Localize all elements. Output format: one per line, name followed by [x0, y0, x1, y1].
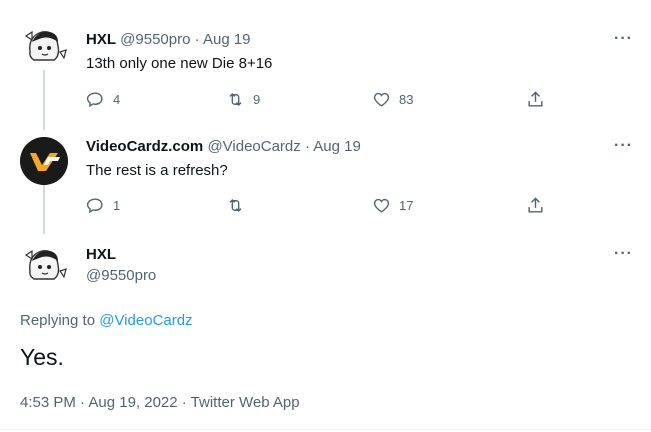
retweet-button[interactable]	[226, 196, 253, 215]
retweet-icon	[229, 198, 242, 213]
like-count: 17	[399, 198, 414, 213]
tweet-text: 13th only one new Die 8+16	[86, 55, 273, 72]
like-button[interactable]: 83	[372, 90, 413, 109]
tweet-header: VideoCardz.com @VideoCardz · Aug 19	[86, 137, 361, 157]
user-handle[interactable]: @VideoCardz	[207, 138, 300, 155]
share-icon	[528, 197, 543, 213]
replying-to-label: Replying to	[20, 312, 96, 329]
more-icon[interactable]: ···	[614, 30, 633, 48]
avatar-hxl[interactable]	[20, 241, 68, 289]
more-icon[interactable]: ···	[614, 137, 633, 155]
anime-avatar-icon	[20, 241, 68, 289]
avatar-videocardz[interactable]	[20, 137, 68, 185]
retweet-button[interactable]: 9	[226, 90, 260, 109]
tweet-text: The rest is a refresh?	[86, 162, 228, 179]
user-handle[interactable]: @9550pro	[120, 31, 190, 48]
tweet-actions: 4 9 83	[86, 90, 556, 110]
like-button[interactable]: 17	[372, 196, 413, 215]
more-icon[interactable]: ···	[614, 245, 633, 263]
like-icon	[373, 198, 390, 213]
display-name[interactable]: HXL	[86, 31, 116, 48]
anime-avatar-icon	[20, 22, 68, 70]
separator: ·	[194, 31, 200, 48]
share-icon	[528, 91, 543, 107]
replying-to: Replying to @VideoCardz	[20, 312, 193, 329]
display-name[interactable]: HXL	[86, 246, 116, 263]
focused-tweet-text: Yes.	[20, 344, 64, 370]
like-count: 83	[399, 92, 414, 107]
tweet-date[interactable]: Aug 19	[313, 138, 361, 155]
share-button[interactable]	[526, 196, 545, 215]
separator: ·	[304, 138, 310, 155]
tweet-metadata[interactable]: 4:53 PM · Aug 19, 2022 · Twitter Web App	[20, 394, 300, 411]
retweet-count: 9	[253, 92, 261, 107]
tweet-header: HXL @9550pro · Aug 19	[86, 30, 251, 50]
retweet-icon	[229, 92, 242, 107]
tweet-actions: 1 17	[86, 196, 556, 216]
focus-user-handle[interactable]: @9550pro	[86, 266, 156, 286]
tweet-2[interactable]: VideoCardz.com @VideoCardz · Aug 19 ··· …	[0, 125, 651, 235]
reply-button[interactable]: 4	[86, 90, 120, 109]
display-name[interactable]: VideoCardz.com	[86, 138, 203, 155]
replying-to-link[interactable]: @VideoCardz	[99, 312, 192, 329]
reply-icon	[86, 198, 103, 214]
share-button[interactable]	[526, 90, 545, 109]
like-icon	[373, 92, 390, 107]
reply-count: 4	[113, 92, 121, 107]
reply-icon	[86, 92, 103, 108]
divider	[0, 429, 651, 430]
reply-count: 1	[113, 198, 121, 213]
tweet-date[interactable]: Aug 19	[203, 31, 251, 48]
focus-display-name[interactable]: HXL	[86, 245, 116, 265]
avatar-hxl[interactable]	[20, 22, 68, 70]
reply-button[interactable]: 1	[86, 196, 120, 215]
videocardz-logo-icon	[20, 137, 68, 185]
tweet-1[interactable]: HXL @9550pro · Aug 19 ··· 13th only one …	[0, 0, 651, 125]
